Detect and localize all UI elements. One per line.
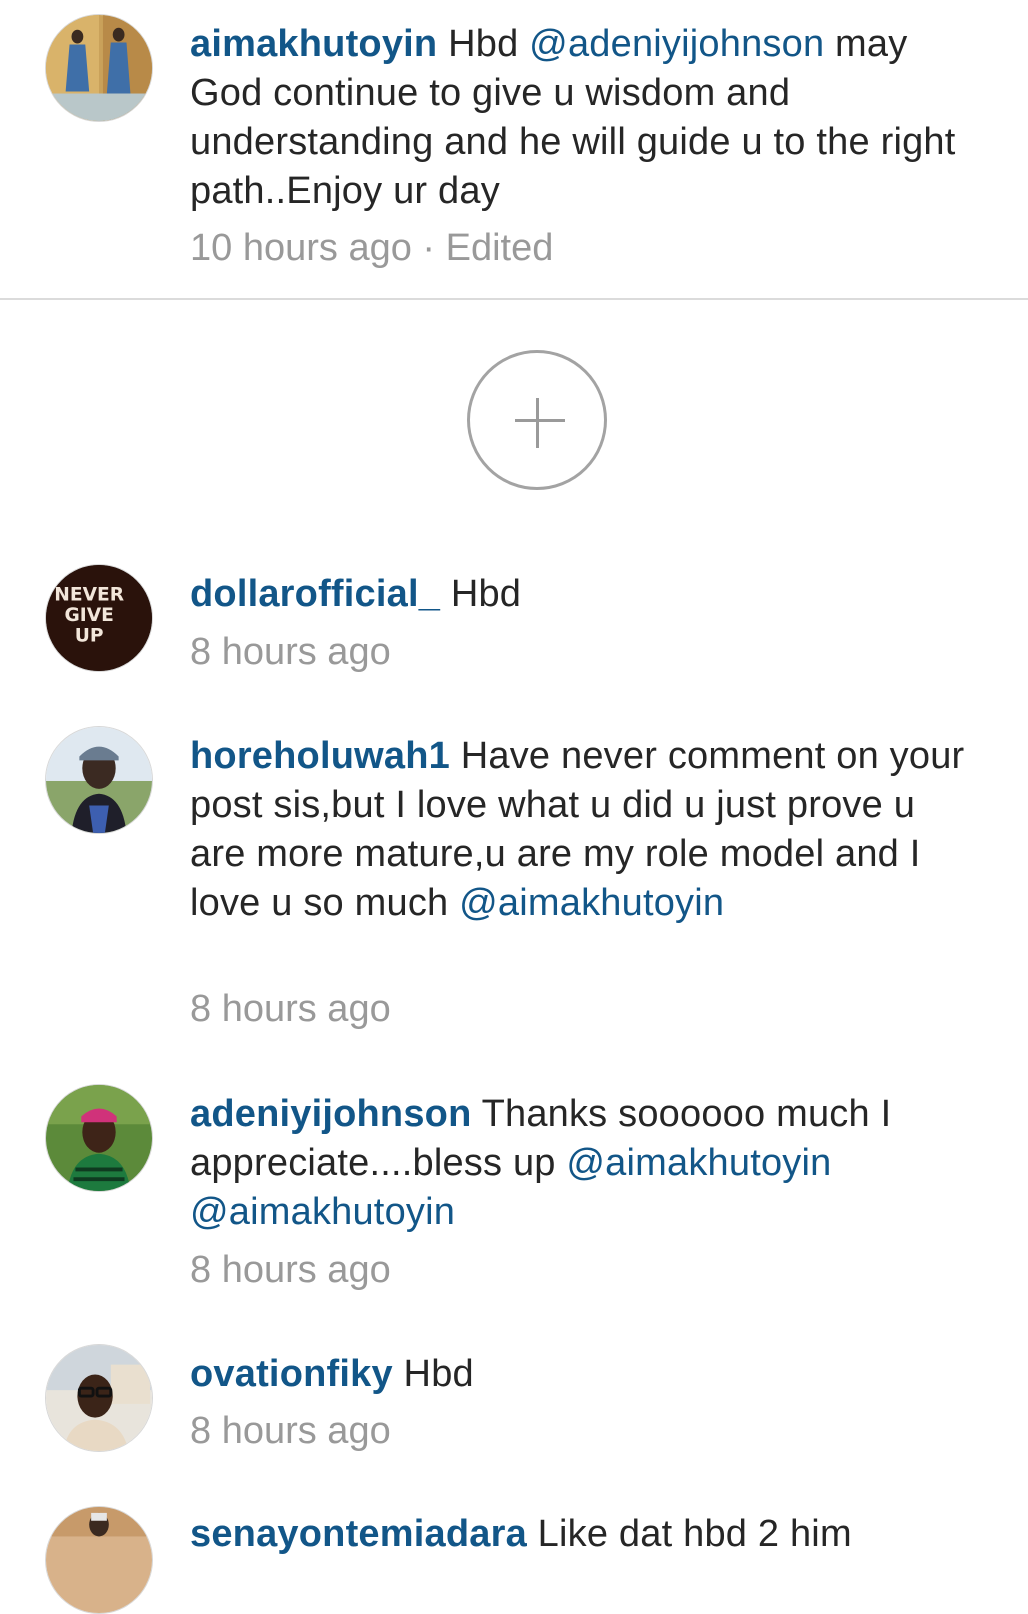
comment-text: adeniyijohnson Thanks soooooo much I app… xyxy=(190,1090,980,1237)
avatar[interactable] xyxy=(45,14,153,122)
comment-body: Hbd xyxy=(392,1353,474,1395)
avatar-text: NEVER xyxy=(54,584,124,605)
plus-icon-stroke xyxy=(536,398,539,448)
comment-text: senayontemiadara Like dat hbd 2 him xyxy=(190,1510,980,1559)
avatar[interactable] xyxy=(45,726,153,834)
comment-body: Hbd xyxy=(437,23,530,65)
avatar-text: GIVE xyxy=(65,605,114,626)
comment-edited-label: · Edited xyxy=(411,227,554,269)
comment-text: aimakhutoyin Hbd @adeniyijohnson may God… xyxy=(190,20,980,216)
comment-username[interactable]: adeniyijohnson xyxy=(190,1093,472,1135)
comment-username[interactable]: senayontemiadara xyxy=(190,1513,527,1555)
comment-username[interactable]: horeholuwah1 xyxy=(190,735,450,777)
profile-photo-icon xyxy=(46,1085,152,1191)
comment-text: ovationfiky Hbd xyxy=(190,1350,980,1399)
comment-text: horeholuwah1 Have never comment on your … xyxy=(190,732,980,928)
plus-icon xyxy=(515,419,565,422)
profile-photo-icon xyxy=(46,727,152,833)
never-give-up-icon: NEVER GIVE UP xyxy=(46,565,152,671)
comment-username[interactable]: ovationfiky xyxy=(190,1353,393,1395)
profile-photo-icon xyxy=(46,15,152,121)
profile-photo-icon xyxy=(46,1507,152,1613)
comment-timestamp: 8 hours ago xyxy=(190,631,391,673)
profile-photo-icon xyxy=(46,1345,152,1451)
comment-body: Hbd xyxy=(440,573,522,615)
mention-link[interactable]: @aimakhutoyin xyxy=(459,882,724,924)
avatar[interactable] xyxy=(45,1344,153,1452)
comment-body: Like dat hbd 2 him xyxy=(526,1513,852,1555)
comment-timestamp: 8 hours ago xyxy=(190,988,391,1030)
comment-timestamp: 10 hours ago xyxy=(190,227,412,269)
comment-timestamp: 8 hours ago xyxy=(190,1410,391,1452)
mention-link[interactable]: @aimakhutoyin xyxy=(566,1142,831,1184)
divider xyxy=(0,298,1028,300)
comment-text: dollarofficial_ Hbd xyxy=(190,570,980,619)
avatar[interactable] xyxy=(45,1084,153,1192)
avatar[interactable]: NEVER GIVE UP xyxy=(45,564,153,672)
load-more-comments-button[interactable] xyxy=(467,350,607,490)
mention-link[interactable]: @aimakhutoyin xyxy=(190,1191,455,1233)
comment-username[interactable]: aimakhutoyin xyxy=(190,23,437,65)
mention-link[interactable]: @adeniyijohnson xyxy=(529,23,824,65)
comment-timestamp: 8 hours ago xyxy=(190,1249,391,1291)
comment-username[interactable]: dollarofficial_ xyxy=(190,573,440,615)
avatar[interactable] xyxy=(45,1506,153,1614)
avatar-text: UP xyxy=(75,626,104,647)
comment-meta: 10 hours ago · Edited xyxy=(190,224,553,273)
